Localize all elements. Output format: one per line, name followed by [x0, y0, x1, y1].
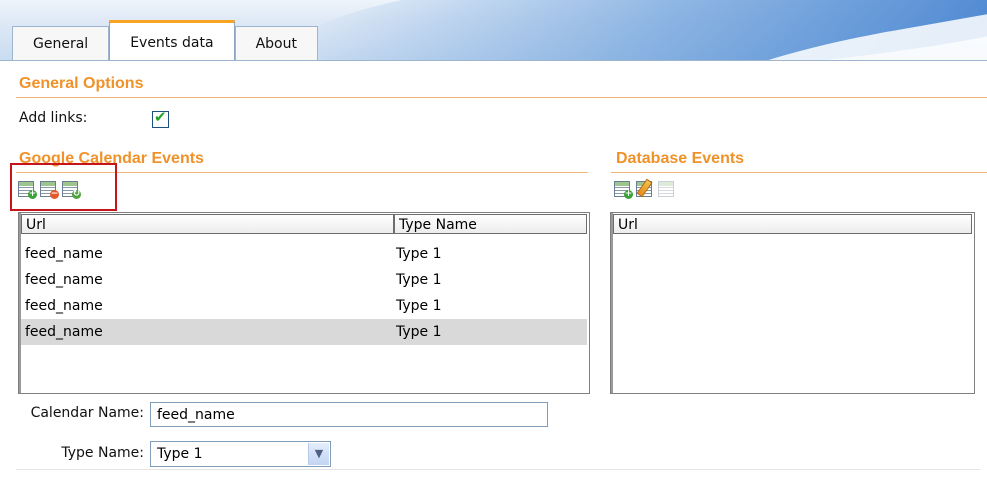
checkmark-icon: ✔ [154, 108, 167, 126]
row-type: Type 1 [396, 246, 442, 262]
add-links-checkbox[interactable]: ✔ [152, 108, 169, 128]
edit-row-icon[interactable] [636, 178, 654, 198]
tab-bar: General Events data About [0, 0, 987, 60]
database-events-toolbar: + [614, 178, 676, 199]
row-url: feed_name [25, 324, 103, 340]
calendar-name-input[interactable] [150, 402, 548, 427]
add-links-label: Add links: [19, 110, 88, 126]
database-events-list[interactable]: Url [610, 212, 975, 394]
bottom-divider [16, 469, 980, 470]
type-name-label: Type Name: [61, 445, 144, 461]
row-type: Type 1 [396, 324, 442, 340]
column-header-type-name[interactable]: Type Name [394, 214, 587, 234]
row-url: feed_name [25, 298, 103, 314]
chevron-down-icon[interactable]: ▼ [308, 443, 329, 465]
table-row[interactable]: feed_name Type 1 [21, 267, 587, 293]
calendar-name-label: Calendar Name: [30, 405, 144, 421]
table-row-selected[interactable]: feed_name Type 1 [21, 319, 587, 345]
column-header-url[interactable]: Url [21, 214, 394, 234]
table-row[interactable]: feed_name Type 1 [21, 293, 587, 319]
disabled-row-icon [658, 180, 676, 198]
type-name-value: Type 1 [157, 446, 203, 462]
table-row[interactable]: feed_name Type 1 [21, 241, 587, 267]
row-type: Type 1 [396, 272, 442, 288]
column-header-url[interactable]: Url [613, 214, 972, 234]
google-calendar-list[interactable]: Url Type Name feed_name Type 1 feed_name… [18, 212, 590, 394]
type-name-select[interactable]: Type 1 ▼ [150, 441, 331, 467]
row-url: feed_name [25, 272, 103, 288]
row-type: Type 1 [396, 298, 442, 314]
general-options-title: General Options [19, 75, 144, 92]
tab-events-data[interactable]: Events data [109, 20, 235, 60]
database-events-divider [611, 172, 987, 173]
tab-general[interactable]: General [12, 26, 110, 60]
tabs: General Events data About [12, 20, 318, 60]
add-row-icon[interactable]: + [614, 180, 633, 199]
general-options-divider [16, 97, 987, 98]
database-events-title: Database Events [616, 150, 745, 167]
toolbar-highlight-box [10, 163, 117, 211]
row-url: feed_name [25, 246, 103, 262]
tab-about[interactable]: About [234, 26, 318, 60]
